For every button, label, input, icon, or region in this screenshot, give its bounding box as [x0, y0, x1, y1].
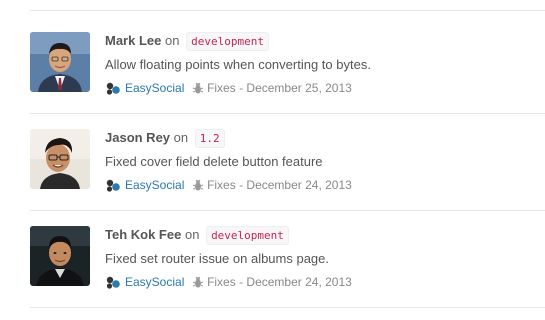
easysocial-logo-icon — [105, 178, 121, 196]
easysocial-logo-icon — [105, 275, 121, 293]
author-name[interactable]: Jason Rey — [105, 130, 170, 145]
commit-item: Mark Lee on development Allow floating p… — [30, 32, 545, 95]
commit-type: Fixes — [192, 178, 239, 192]
repo-link[interactable]: EasySocial — [125, 178, 184, 192]
commit-message: Allow floating points when converting to… — [105, 57, 371, 72]
bug-icon — [192, 179, 204, 196]
commit-header: Mark Lee on development — [105, 32, 545, 51]
commit-date: December 24, 2013 — [246, 275, 352, 289]
commit-type-label: Fixes — [207, 178, 236, 192]
commit-meta: EasySocial Fi — [105, 177, 545, 196]
commit-type-label: Fixes — [207, 275, 236, 289]
commit-meta: EasySocial Fi — [105, 274, 545, 293]
on-label: on — [173, 130, 189, 145]
meta-separator: - — [239, 178, 244, 192]
on-label: on — [165, 33, 180, 48]
commit-item: Jason Rey on 1.2 Fixed cover field delet… — [30, 129, 545, 192]
divider — [30, 210, 545, 211]
divider — [30, 10, 545, 11]
meta-separator: - — [239, 275, 244, 289]
divider — [30, 307, 545, 308]
commit-content: Teh Kok Fee on development Fixed set rou… — [105, 226, 545, 293]
commit-item: Teh Kok Fee on development Fixed set rou… — [30, 226, 545, 289]
meta-separator: - — [239, 81, 244, 95]
branch-badge: development — [186, 32, 269, 51]
branch-badge: 1.2 — [194, 129, 225, 148]
on-label: on — [184, 227, 200, 242]
commit-feed: Mark Lee on development Allow floating p… — [0, 0, 545, 320]
commit-meta: EasySocial Fi — [105, 80, 545, 99]
commit-header: Teh Kok Fee on development — [105, 226, 545, 245]
commit-date: December 24, 2013 — [246, 178, 352, 192]
bug-icon — [192, 82, 204, 99]
commit-type: Fixes — [192, 81, 239, 95]
commit-type: Fixes — [192, 275, 239, 289]
commit-message: Fixed set router issue on albums page. — [105, 251, 330, 266]
author-name[interactable]: Teh Kok Fee — [105, 227, 181, 242]
commit-header: Jason Rey on 1.2 — [105, 129, 545, 148]
divider — [30, 113, 545, 114]
avatar-mark-lee[interactable] — [30, 32, 90, 92]
commit-type-label: Fixes — [207, 81, 236, 95]
repo-link[interactable]: EasySocial — [125, 81, 184, 95]
avatar-jason-rey[interactable] — [30, 129, 90, 189]
author-name[interactable]: Mark Lee — [105, 33, 161, 48]
commit-message: Fixed cover field delete button feature — [105, 154, 323, 169]
commit-content: Jason Rey on 1.2 Fixed cover field delet… — [105, 129, 545, 196]
commit-date: December 25, 2013 — [246, 81, 352, 95]
branch-badge: development — [206, 226, 289, 245]
easysocial-logo-icon — [105, 81, 121, 99]
bug-icon — [192, 276, 204, 293]
avatar-teh-kok-fee[interactable] — [30, 226, 90, 286]
commit-content: Mark Lee on development Allow floating p… — [105, 32, 545, 99]
repo-link[interactable]: EasySocial — [125, 275, 184, 289]
